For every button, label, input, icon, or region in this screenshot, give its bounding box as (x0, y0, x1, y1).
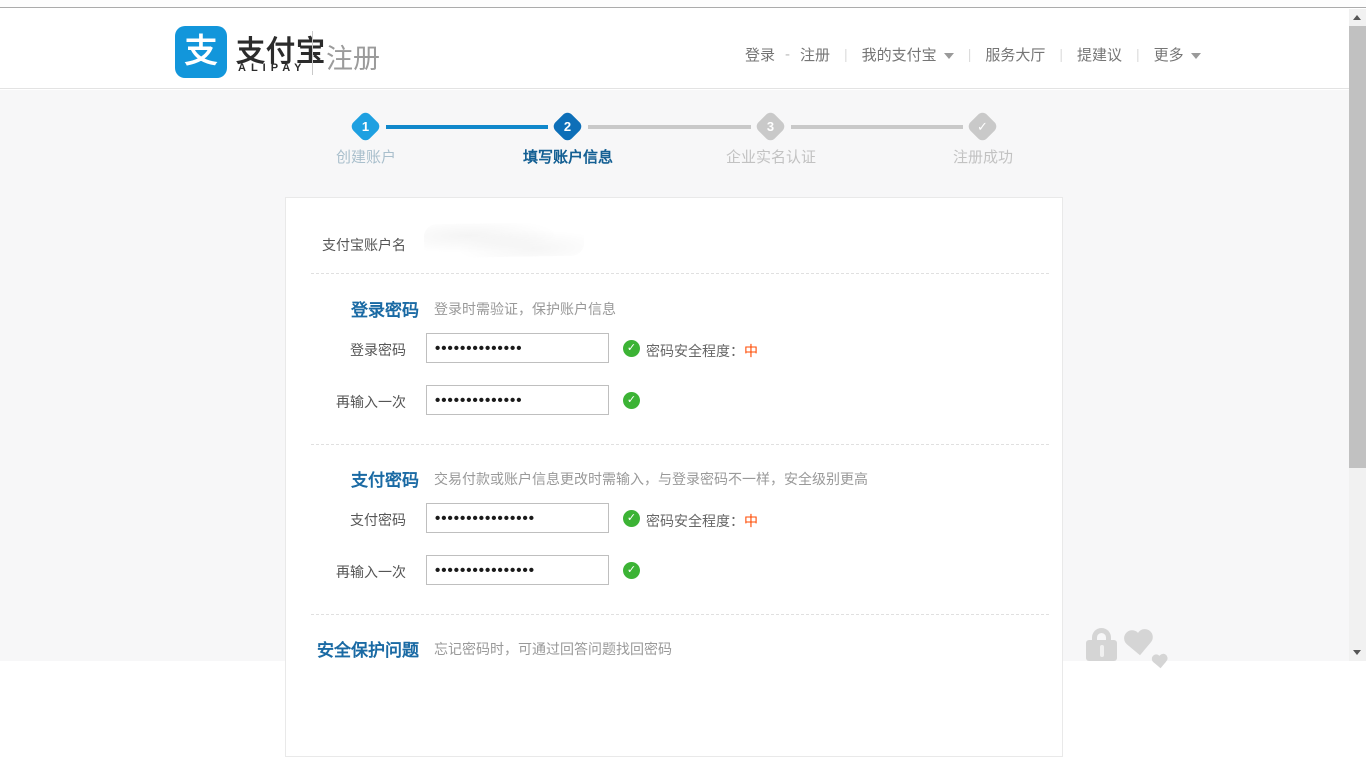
account-name-redacted (424, 222, 585, 259)
scrollbar-up-button[interactable] (1349, 9, 1366, 26)
step-1-marker: 1 (349, 110, 382, 143)
account-name-label: 支付宝账户名 (286, 235, 406, 255)
stepper-connector-active (386, 125, 548, 129)
login-password-label: 登录密码 (286, 340, 406, 360)
divider (311, 614, 1049, 615)
pay-password-input[interactable] (426, 503, 609, 533)
nav-suggest-link[interactable]: 提建议 (1077, 44, 1122, 65)
nav-separator: | (844, 46, 848, 62)
nav-more-menu[interactable]: 更多 (1154, 44, 1201, 65)
logo-divider (312, 31, 313, 75)
nav-separator: | (968, 46, 972, 62)
strength-level: 中 (744, 513, 758, 529)
divider (311, 273, 1049, 274)
brand-name-latin: ALIPAY (238, 62, 307, 74)
strength-level: 中 (744, 343, 758, 359)
stepper-connector (791, 125, 963, 129)
pay-password-confirm-label: 再输入一次 (286, 562, 406, 582)
nav-login-link[interactable]: 登录 (745, 44, 775, 65)
nav-my-alipay-menu[interactable]: 我的支付宝 (862, 44, 954, 65)
check-circle-icon: ✓ (623, 392, 640, 409)
nav-register-link[interactable]: 注册 (800, 44, 830, 65)
security-question-section-title: 安全保护问题 (286, 636, 419, 661)
divider (311, 444, 1049, 445)
chevron-down-icon (944, 53, 954, 59)
login-password-section-desc: 登录时需验证，保护账户信息 (434, 299, 616, 319)
step-3-marker: 3 (754, 110, 787, 143)
heart-icon-small (1154, 656, 1166, 668)
pay-password-confirm-input[interactable] (426, 555, 609, 585)
pay-password-section-desc: 交易付款或账户信息更改时需输入，与登录密码不一样，安全级别更高 (434, 469, 868, 489)
chevron-down-icon (1191, 53, 1201, 59)
top-nav: 登录 - 注册 | 我的支付宝 | 服务大厅 | 提建议 | 更多 (745, 42, 1201, 66)
check-circle-icon: ✓ (623, 562, 640, 579)
login-password-confirm-label: 再输入一次 (286, 392, 406, 412)
security-question-section-desc: 忘记密码时，可通过回答问题找回密码 (434, 639, 672, 659)
header: 支 支付宝 ALIPAY 注册 登录 - 注册 | 我的支付宝 | 服务大厅 |… (0, 9, 1366, 89)
browser-chrome-strip (0, 0, 1366, 8)
step-2-label: 填写账户信息 (478, 146, 658, 167)
alipay-logo-icon: 支 (175, 26, 227, 78)
nav-dash: - (785, 46, 790, 63)
scrollbar-thumb[interactable] (1349, 26, 1366, 468)
step-3-label: 企业实名认证 (681, 146, 861, 167)
page-title: 注册 (326, 37, 380, 76)
nav-separator: | (1059, 46, 1063, 62)
nav-separator: | (1136, 46, 1140, 62)
arrow-down-icon (1353, 650, 1361, 655)
login-password-section-title: 登录密码 (286, 296, 419, 321)
nav-service-hall-link[interactable]: 服务大厅 (985, 44, 1045, 65)
step-1-label: 创建账户 (276, 146, 456, 167)
vertical-scrollbar[interactable] (1349, 9, 1366, 661)
login-password-input[interactable] (426, 333, 609, 363)
stepper-connector (588, 125, 751, 129)
check-circle-icon: ✓ (623, 510, 640, 527)
pay-password-section-title: 支付密码 (286, 466, 419, 491)
check-circle-icon: ✓ (623, 340, 640, 357)
registration-form-card: 支付宝账户名 登录密码 登录时需验证，保护账户信息 登录密码 ✓ 密码安全程度：… (285, 197, 1063, 757)
pay-password-strength: 密码安全程度：中 (646, 511, 758, 531)
step-4-label: 注册成功 (893, 146, 1073, 167)
login-password-confirm-input[interactable] (426, 385, 609, 415)
arrow-up-icon (1353, 15, 1361, 20)
step-2-marker: 2 (551, 110, 584, 143)
pay-password-label: 支付密码 (286, 510, 406, 530)
login-password-strength: 密码安全程度：中 (646, 341, 758, 361)
step-4-marker: ✓ (966, 110, 999, 143)
scrollbar-down-button[interactable] (1349, 644, 1366, 661)
